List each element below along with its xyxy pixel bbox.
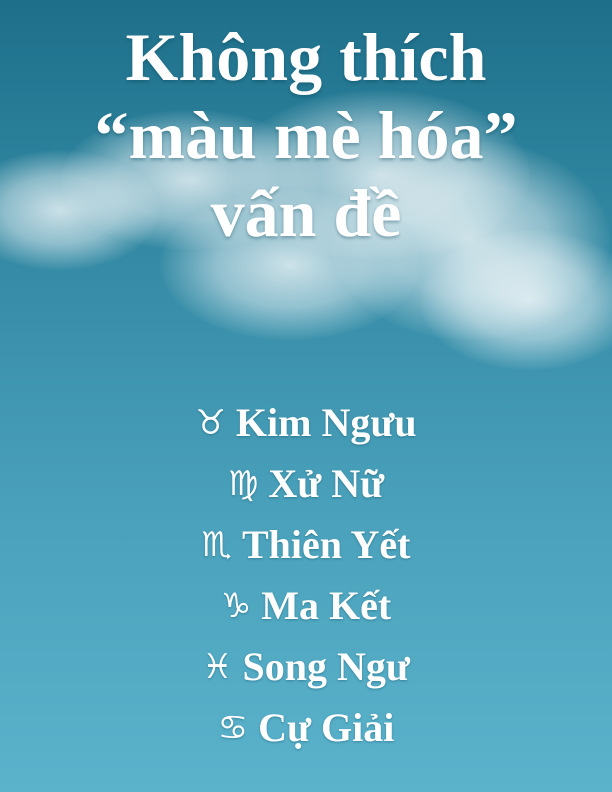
- virgo-icon: ♍: [227, 464, 259, 504]
- cancer-icon: ♋: [217, 708, 249, 748]
- title-line: vấn đề: [210, 175, 402, 251]
- zodiac-sign-pisces: ♓ Song Ngư: [0, 636, 612, 697]
- zodiac-sign-scorpio: ♏ Thiên Yết: [0, 514, 612, 575]
- zodiac-sign-virgo: ♍ Xử Nữ: [0, 453, 612, 514]
- taurus-icon: ♉: [195, 403, 226, 443]
- zodiac-sign-name: Cự Giải: [258, 705, 395, 750]
- poster-title: Không thích “màu mè hóa” vấn đề: [0, 0, 612, 252]
- zodiac-sign-name: Thiên Yết: [241, 522, 411, 567]
- zodiac-sign-name: Song Ngư: [242, 644, 410, 689]
- zodiac-sign-name: Kim Ngưu: [235, 400, 417, 445]
- zodiac-sign-name: Ma Kết: [261, 583, 392, 628]
- poster: Không thích “màu mè hóa” vấn đề ♉ Kim Ngư…: [0, 0, 612, 792]
- zodiac-sign-list: ♉ Kim Ngưu ♍ Xử Nữ ♏ Thiên Yết ♑ Ma Kết ♓ Son…: [0, 392, 612, 758]
- zodiac-sign-cancer: ♋ Cự Giải: [0, 697, 612, 758]
- scorpio-icon: ♏: [201, 525, 232, 565]
- title-line: Không thích: [125, 19, 487, 95]
- title-line: “màu mè hóa”: [94, 97, 518, 173]
- zodiac-sign-name: Xử Nữ: [268, 461, 385, 506]
- capricorn-icon: ♑: [220, 586, 252, 626]
- zodiac-sign-taurus: ♉ Kim Ngưu: [0, 392, 612, 453]
- pisces-icon: ♓: [202, 647, 233, 687]
- zodiac-sign-capricorn: ♑ Ma Kết: [0, 575, 612, 636]
